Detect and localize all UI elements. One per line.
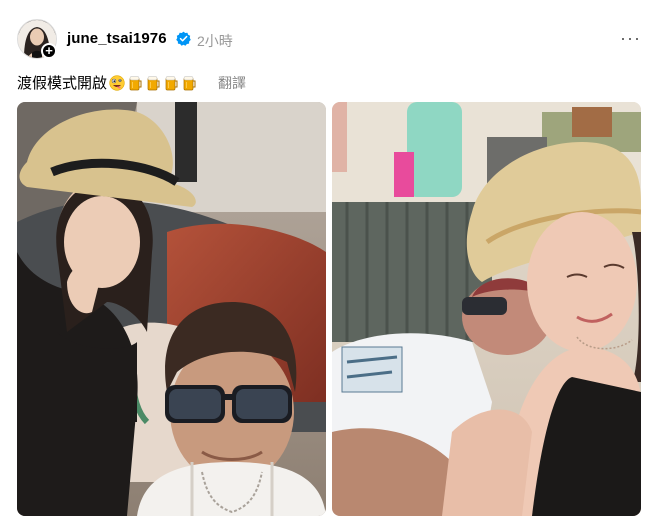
beer-mug-emoji: [183, 75, 196, 90]
verified-badge-icon: [176, 31, 191, 46]
beer-mug-emoji: [147, 75, 160, 90]
more-options-icon[interactable]: ···: [620, 28, 641, 49]
post-timestamp: 2小時: [197, 33, 233, 49]
beer-mug-emoji: [129, 75, 142, 90]
post-photo-1[interactable]: [17, 102, 326, 516]
caption-text: 渡假模式開啟: [17, 75, 108, 92]
translate-link[interactable]: 翻譯: [218, 73, 246, 93]
username[interactable]: june_tsai1976: [67, 30, 167, 47]
post-photo-2[interactable]: [332, 102, 641, 516]
threads-post: + june_tsai1976 2小時 ··· 渡假模式開啟 翻譯: [0, 0, 656, 524]
crazy-face-emoji: [109, 74, 125, 91]
beer-mug-emoji: [165, 75, 178, 90]
follow-plus-icon[interactable]: +: [41, 43, 57, 59]
selfie-photo-image: [17, 102, 326, 516]
avatar[interactable]: +: [17, 19, 57, 59]
beach-photo-image: [332, 102, 641, 516]
post-caption: 渡假模式開啟: [17, 72, 197, 93]
